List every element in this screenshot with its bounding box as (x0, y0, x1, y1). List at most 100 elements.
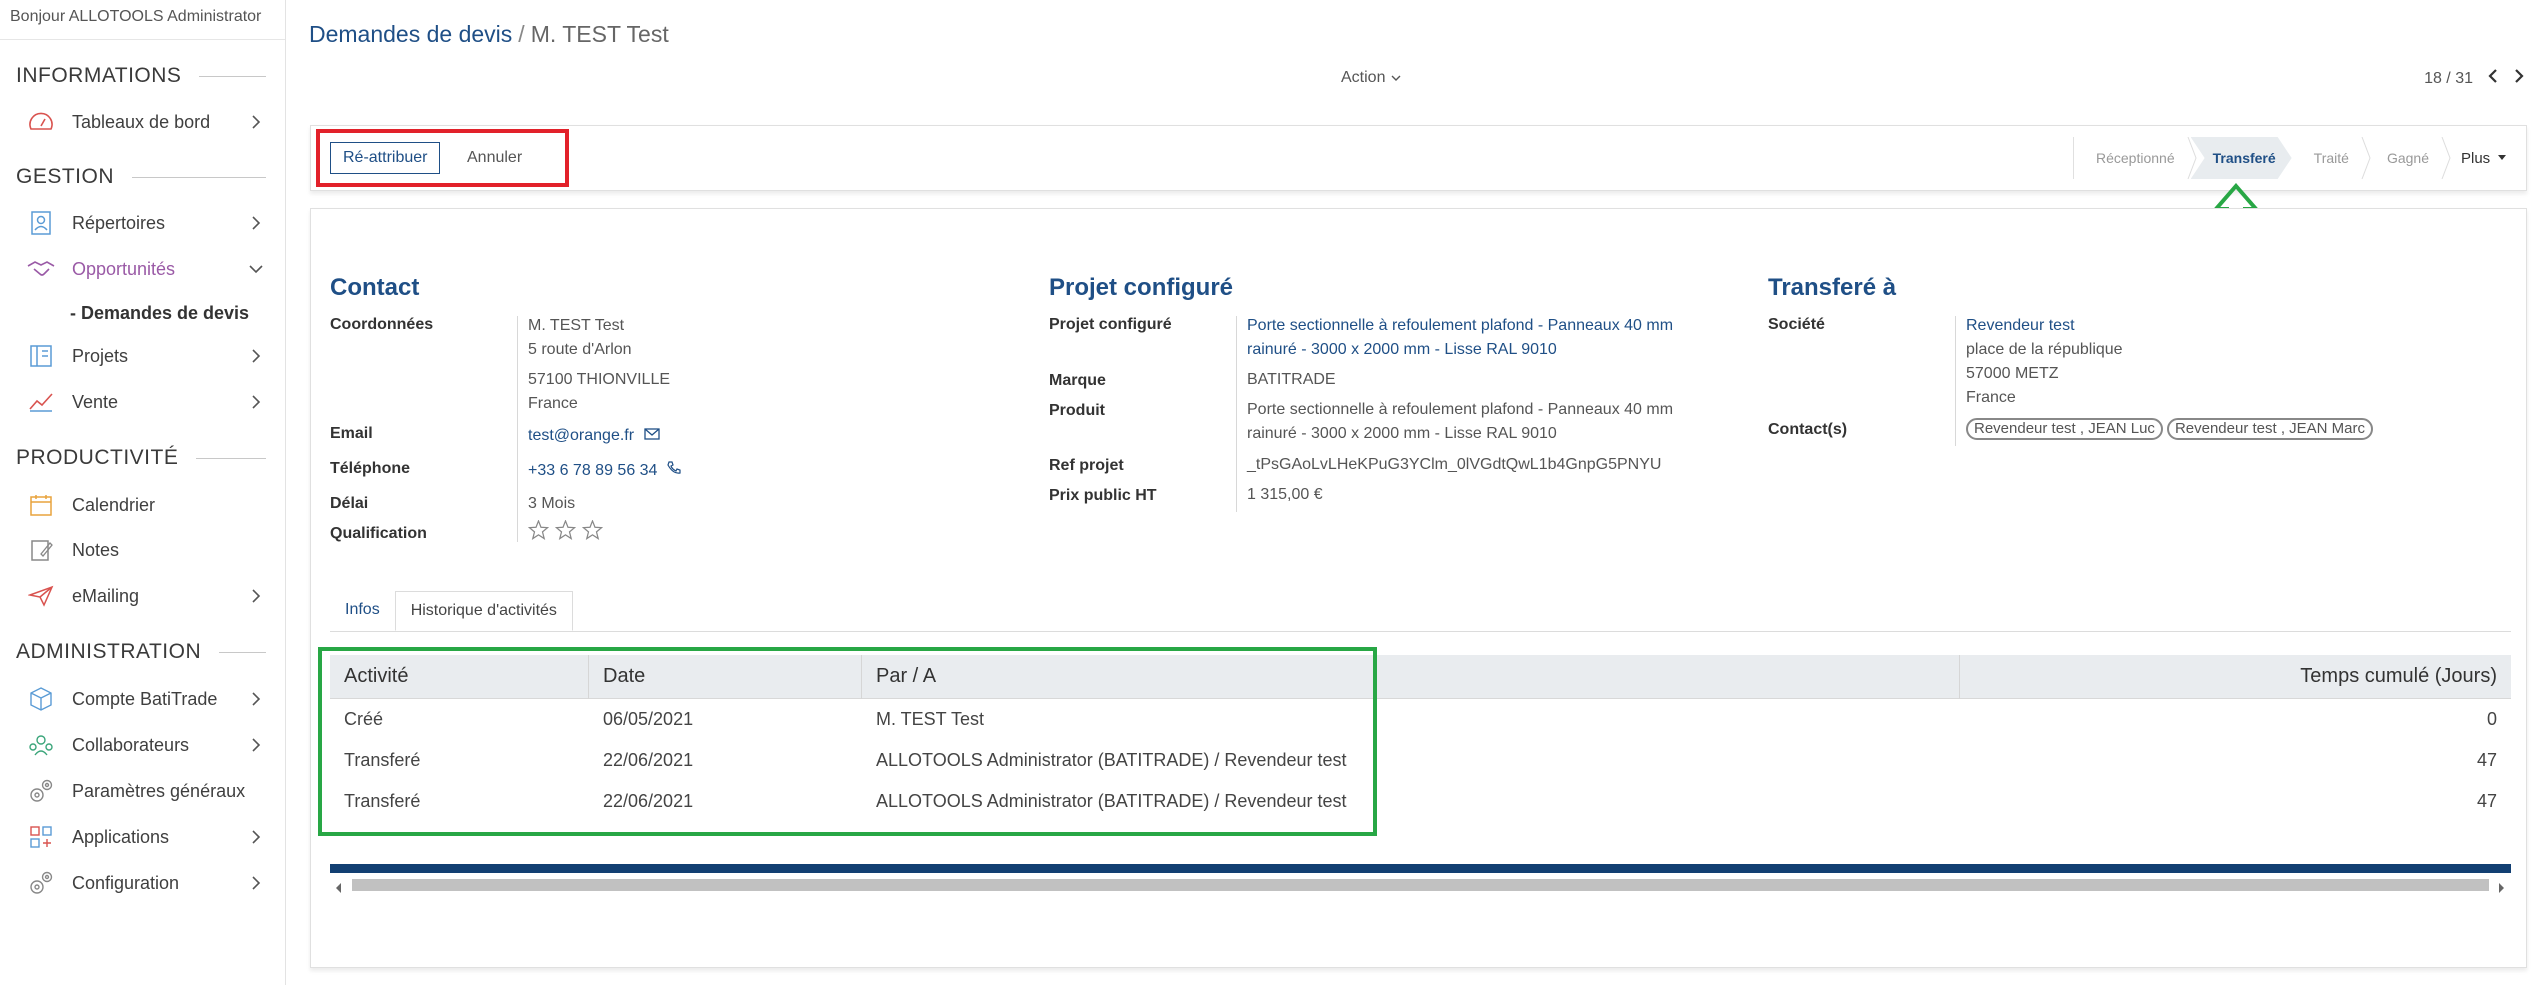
projet-link[interactable]: Porte sectionnelle à refoulement plafond… (1247, 314, 1673, 362)
column-header-temps[interactable]: Temps cumulé (Jours) (1960, 655, 2511, 699)
sidebar-item-label: Applications (72, 826, 170, 847)
phone-icon (667, 459, 682, 483)
contact-name: M. TEST Test (528, 317, 625, 334)
sidebar-item-emailing[interactable]: eMailing (26, 581, 266, 611)
label-coordonnees: Coordonnées (330, 316, 434, 333)
address-book-icon (26, 209, 56, 237)
settings-icon (26, 869, 56, 897)
star-icon[interactable] (528, 520, 549, 540)
pager: 18 / 31 (2424, 68, 2525, 89)
projet-ref: _tPsGAoLvLHeKPuG3YClm_0lVGdtQwL1b4GnpG5P… (1247, 456, 1662, 473)
label-societe: Société (1768, 316, 1825, 333)
label-email: Email (330, 425, 373, 442)
plus-dropdown[interactable]: Plus (2445, 150, 2522, 167)
horizontal-scrollbar[interactable] (330, 876, 2511, 894)
sidebar-subitem-demandes[interactable]: - Demandes de devis (70, 303, 249, 324)
sidebar-item-compte[interactable]: Compte BatiTrade (26, 684, 266, 714)
section-productivite: PRODUCTIVITÉ (16, 446, 266, 470)
action-label: Action (1341, 69, 1386, 86)
notes-icon (26, 536, 56, 564)
sidebar-item-projets[interactable]: Projets (26, 341, 266, 371)
contact-title: Contact (330, 274, 420, 301)
table-footer-bar (330, 864, 2511, 873)
label-projet: Projet configuré (1049, 316, 1172, 333)
label-qualification: Qualification (330, 525, 427, 542)
envelope-icon (644, 424, 660, 448)
chevron-right-icon (246, 346, 266, 366)
contact-email-link[interactable]: test@orange.fr (528, 424, 660, 448)
breadcrumb-current: M. TEST Test (530, 21, 669, 47)
sidebar-item-label: Compte BatiTrade (72, 688, 218, 709)
sidebar-item-collaborateurs[interactable]: Collaborateurs (26, 730, 266, 760)
section-informations: INFORMATIONS (16, 64, 266, 88)
sidebar-item-label: Collaborateurs (72, 734, 190, 755)
stage-receptionne[interactable]: Réceptionné (2074, 137, 2197, 179)
cube-icon (26, 685, 56, 713)
team-icon (26, 731, 56, 759)
star-icon[interactable] (555, 520, 576, 540)
tabs: Infos Historique d'activités (330, 591, 573, 631)
chevron-right-icon (246, 827, 266, 847)
sidebar-item-label: Calendrier (72, 494, 156, 515)
breadcrumb-parent-link[interactable]: Demandes de devis (309, 21, 512, 47)
gears-icon (26, 777, 56, 805)
next-record-button[interactable] (2513, 68, 2525, 89)
stage-gagne[interactable]: Gagné (2365, 137, 2451, 179)
sidebar-item-notes[interactable]: Notes (26, 535, 266, 565)
sidebar-item-label: Tableaux de bord (72, 111, 211, 132)
societe-city: 57000 METZ (1966, 365, 2059, 382)
sidebar-item-opportunites[interactable]: Opportunités (26, 254, 266, 284)
projet-divider (1236, 316, 1237, 512)
sidebar-item-repertoires[interactable]: Répertoires (26, 208, 266, 238)
label-produit: Produit (1049, 402, 1105, 419)
chevron-right-icon (246, 735, 266, 755)
sidebar-item-label: Répertoires (72, 212, 166, 233)
calendar-icon (26, 491, 56, 519)
scrollbar-thumb[interactable] (352, 879, 2489, 891)
chevron-down-icon (246, 259, 266, 279)
section-administration: ADMINISTRATION (16, 640, 266, 664)
projet-title: Projet configuré (1049, 274, 1234, 301)
chevron-right-icon (246, 873, 266, 893)
tabs-divider (330, 631, 2511, 632)
scroll-left-icon[interactable] (336, 880, 342, 898)
projects-icon (26, 342, 56, 370)
sidebar-item-applications[interactable]: Applications (26, 822, 266, 852)
previous-record-button[interactable] (2487, 68, 2499, 89)
chevron-down-icon (1391, 69, 1401, 87)
projet-produit: Porte sectionnelle à refoulement plafond… (1247, 401, 1674, 442)
pager-value: 18 / 31 (2424, 69, 2473, 87)
sidebar-item-parametres[interactable]: Paramètres généraux (26, 776, 266, 806)
section-gestion: GESTION (16, 165, 266, 189)
sidebar-item-vente[interactable]: Vente (26, 387, 266, 417)
tab-historique[interactable]: Historique d'activités (394, 591, 573, 631)
greeting: Bonjour ALLOTOOLS Administrator (0, 0, 285, 40)
sidebar-item-label: eMailing (72, 585, 140, 606)
qualification-stars[interactable] (528, 520, 603, 540)
label-marque: Marque (1049, 372, 1106, 389)
stage-traite[interactable]: Traité (2292, 137, 2371, 179)
sidebar: Bonjour ALLOTOOLS Administrator INFORMAT… (0, 0, 286, 985)
transfere-title: Transferé à (1768, 274, 1897, 301)
sidebar-item-calendrier[interactable]: Calendrier (26, 490, 266, 520)
label-ref: Ref projet (1049, 457, 1124, 474)
sidebar-item-label: Opportunités (72, 258, 176, 279)
sidebar-item-label: Vente (72, 391, 119, 412)
apps-grid-icon (26, 823, 56, 851)
label-delai: Délai (330, 495, 369, 512)
tab-infos[interactable]: Infos (330, 591, 395, 631)
sidebar-item-tableaux[interactable]: Tableaux de bord (26, 107, 266, 137)
contact-tag[interactable]: Revendeur test , JEAN Marc (2166, 418, 2374, 440)
sidebar-item-configuration[interactable]: Configuration (26, 868, 266, 898)
action-dropdown[interactable]: Action (1341, 69, 1401, 87)
scroll-right-icon[interactable] (2499, 880, 2505, 898)
cell-temps: 47 (2476, 750, 2497, 770)
star-icon[interactable] (582, 520, 603, 540)
sidebar-item-label: Projets (72, 345, 129, 366)
societe-link[interactable]: Revendeur test (1966, 314, 2075, 338)
contact-tags: Revendeur test , JEAN Luc Revendeur test … (1966, 418, 2377, 440)
stage-transfere[interactable]: Transferé (2191, 137, 2292, 179)
contact-phone-link[interactable]: +33 6 78 89 56 34 (528, 459, 682, 483)
label-telephone: Téléphone (330, 460, 411, 477)
contact-tag[interactable]: Revendeur test , JEAN Luc (1966, 418, 2163, 440)
